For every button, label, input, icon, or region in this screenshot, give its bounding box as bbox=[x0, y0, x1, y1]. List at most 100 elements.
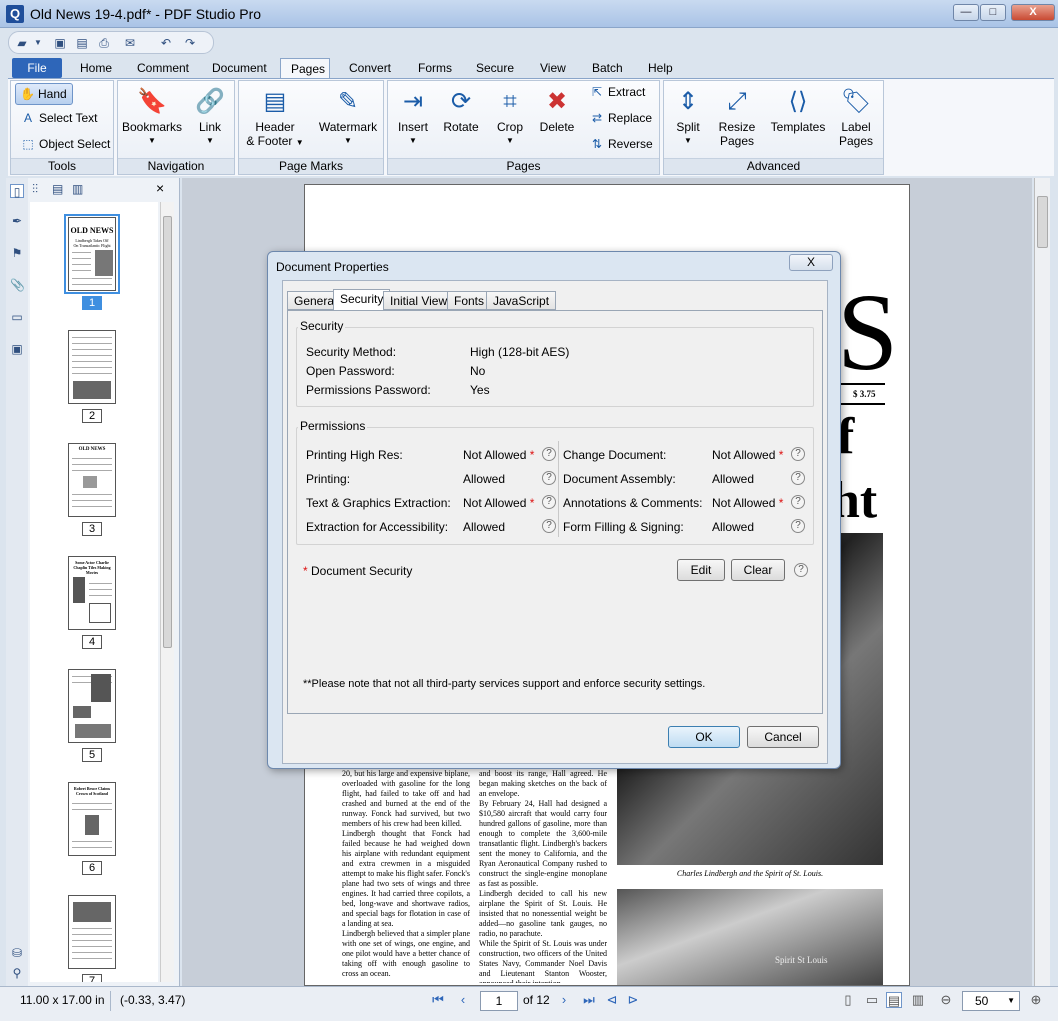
insert-pages-icon[interactable]: ▥ bbox=[72, 182, 83, 196]
delete-button[interactable]: ✖ Delete bbox=[534, 87, 580, 134]
label-pages-button[interactable]: 🏷 Label Pages bbox=[832, 87, 880, 148]
help-icon[interactable]: ? bbox=[794, 563, 808, 577]
header-footer-button[interactable]: ▤ Header & Footer ▼ bbox=[243, 87, 307, 150]
main-scrollbar[interactable] bbox=[1034, 178, 1050, 986]
left-rail: ▯ ✒ ⚑ 📎 ▭ ▣ ⛁ ⚲ bbox=[6, 178, 28, 988]
object-select-button[interactable]: ⬚ Object Select bbox=[21, 137, 110, 151]
tab-javascript[interactable]: JavaScript bbox=[486, 291, 557, 310]
continuous-facing-icon[interactable]: ▥ bbox=[910, 992, 926, 1008]
menu-view[interactable]: View bbox=[530, 58, 576, 78]
thumbnail-scrollbar[interactable] bbox=[160, 202, 174, 982]
hand-tool-button[interactable]: ✋ Hand bbox=[15, 83, 73, 105]
thumbnail-page-3[interactable]: OLD NEWS bbox=[68, 443, 116, 517]
thumbnail-scroll-thumb[interactable] bbox=[163, 216, 172, 648]
watermark-button[interactable]: ✎ Watermark ▼ bbox=[315, 87, 381, 148]
next-page-icon[interactable]: › bbox=[556, 992, 572, 1008]
print-icon[interactable]: ⎙ bbox=[97, 36, 111, 50]
open-folder-icon[interactable]: ▰ bbox=[15, 36, 29, 50]
thumbnail-page-2[interactable] bbox=[68, 330, 116, 404]
bookmarks-button[interactable]: 🔖 Bookmarks ▼ bbox=[122, 87, 182, 148]
cancel-button[interactable]: Cancel bbox=[747, 726, 819, 748]
thumbnails-panel-icon[interactable]: ▯ bbox=[10, 184, 24, 199]
menu-help[interactable]: Help bbox=[638, 58, 683, 78]
layers-icon[interactable]: ▭ bbox=[10, 310, 24, 324]
menu-secure[interactable]: Secure bbox=[466, 58, 524, 78]
thumbnail-page-4[interactable]: Some Actor Charlie Chaplin Tiles Making … bbox=[68, 556, 116, 630]
main-scroll-thumb[interactable] bbox=[1037, 196, 1048, 248]
email-icon[interactable]: ✉ bbox=[123, 36, 137, 50]
next-view-icon[interactable]: ⊳ bbox=[625, 992, 641, 1008]
previous-page-icon[interactable]: ‹ bbox=[455, 992, 471, 1008]
ok-button[interactable]: OK bbox=[668, 726, 740, 748]
help-icon[interactable]: ? bbox=[542, 471, 556, 485]
menu-comment[interactable]: Comment bbox=[127, 58, 199, 78]
menu-home[interactable]: Home bbox=[70, 58, 122, 78]
help-icon[interactable]: ? bbox=[791, 495, 805, 509]
menu-forms[interactable]: Forms bbox=[408, 58, 462, 78]
destinations-icon[interactable]: ⚑ bbox=[10, 246, 24, 260]
menu-file[interactable]: File bbox=[12, 58, 62, 78]
first-page-icon[interactable]: ⏮ bbox=[430, 992, 446, 1008]
help-icon[interactable]: ? bbox=[791, 471, 805, 485]
clear-button[interactable]: Clear bbox=[731, 559, 785, 581]
templates-button[interactable]: ⟨⟩ Templates bbox=[766, 87, 830, 134]
attachments-icon[interactable]: 📎 bbox=[10, 278, 25, 292]
tab-security[interactable]: Security bbox=[333, 289, 391, 311]
help-icon[interactable]: ? bbox=[542, 495, 556, 509]
zoom-in-icon[interactable]: ⊕ bbox=[1028, 992, 1044, 1008]
redo-icon[interactable]: ↷ bbox=[183, 36, 197, 50]
open-dropdown-icon[interactable]: ▼ bbox=[31, 36, 45, 50]
continuous-page-icon[interactable]: ▭ bbox=[864, 992, 880, 1008]
window-title: Old News 19-4.pdf* - PDF Studio Pro bbox=[30, 6, 262, 22]
thumbnail-page-6[interactable]: Robert Bruce Claims Crown of Scotland bbox=[68, 782, 116, 856]
menu-document[interactable]: Document bbox=[202, 58, 277, 78]
menu-convert[interactable]: Convert bbox=[339, 58, 401, 78]
help-icon[interactable]: ? bbox=[791, 447, 805, 461]
last-page-icon[interactable]: ⏭ bbox=[581, 992, 597, 1008]
edit-button[interactable]: Edit bbox=[677, 559, 725, 581]
save-all-icon[interactable]: ▤ bbox=[75, 36, 89, 50]
zoom-out-icon[interactable]: ⊖ bbox=[938, 992, 954, 1008]
menu-batch[interactable]: Batch bbox=[582, 58, 633, 78]
tab-initial-view[interactable]: Initial View bbox=[383, 291, 455, 310]
panel-options-icon[interactable]: ⫶⫶ bbox=[32, 182, 38, 197]
crop-button[interactable]: ⌗ Crop ▼ bbox=[488, 87, 532, 148]
menu-pages[interactable]: Pages bbox=[280, 58, 330, 78]
comments-icon[interactable]: ▣ bbox=[10, 342, 24, 356]
extract-pages-icon[interactable]: ▤ bbox=[52, 182, 63, 196]
thumbnail-page-7[interactable] bbox=[68, 895, 116, 969]
split-button[interactable]: ⇕ Split ▼ bbox=[668, 87, 708, 148]
previous-view-icon[interactable]: ⊲ bbox=[604, 992, 620, 1008]
menu-bar: File Home Comment Document Pages Convert… bbox=[0, 56, 1058, 78]
app-logo-icon: Q bbox=[6, 5, 24, 23]
thumbnail-page-5[interactable] bbox=[68, 669, 116, 743]
minimize-button[interactable]: — bbox=[953, 4, 979, 21]
close-button[interactable]: X bbox=[1011, 4, 1055, 21]
signatures-icon[interactable]: ✒ bbox=[10, 214, 24, 228]
search-icon[interactable]: ⚲ bbox=[10, 966, 24, 980]
save-icon[interactable]: ▣ bbox=[53, 36, 67, 50]
page-number-input[interactable]: 1 bbox=[480, 991, 518, 1011]
extract-button[interactable]: ⇱ Extract bbox=[590, 85, 645, 99]
reverse-button[interactable]: ⇅ Reverse bbox=[590, 137, 653, 151]
help-icon[interactable]: ? bbox=[791, 519, 805, 533]
help-icon[interactable]: ? bbox=[542, 447, 556, 461]
select-text-button[interactable]: A Select Text bbox=[21, 111, 98, 125]
tab-fonts[interactable]: Fonts bbox=[447, 291, 492, 310]
replace-button[interactable]: ⇄ Replace bbox=[590, 111, 652, 125]
link-button[interactable]: 🔗 Link ▼ bbox=[188, 87, 232, 148]
undo-icon[interactable]: ↶ bbox=[159, 36, 173, 50]
thumbnail-page-1[interactable]: OLD NEWS Lindbergh Takes Off On Transatl… bbox=[68, 217, 116, 291]
single-page-icon[interactable]: ▯ bbox=[840, 992, 856, 1008]
dialog-close-button[interactable]: X bbox=[789, 254, 833, 271]
panel-close-icon[interactable]: × bbox=[156, 180, 164, 196]
resize-pages-button[interactable]: ⤢ Resize Pages bbox=[712, 87, 762, 148]
help-icon[interactable]: ? bbox=[542, 519, 556, 533]
facing-pages-icon[interactable]: ▤ bbox=[886, 992, 902, 1008]
zoom-level-select[interactable]: 50 ▼ bbox=[962, 991, 1020, 1011]
insert-button[interactable]: ⇥ Insert ▼ bbox=[392, 87, 434, 148]
batch-icon[interactable]: ⛁ bbox=[10, 946, 24, 960]
maximize-button[interactable]: □ bbox=[980, 4, 1006, 21]
rotate-button[interactable]: ⟳ Rotate bbox=[438, 87, 484, 134]
group-label-page-marks: Page Marks bbox=[239, 158, 383, 174]
